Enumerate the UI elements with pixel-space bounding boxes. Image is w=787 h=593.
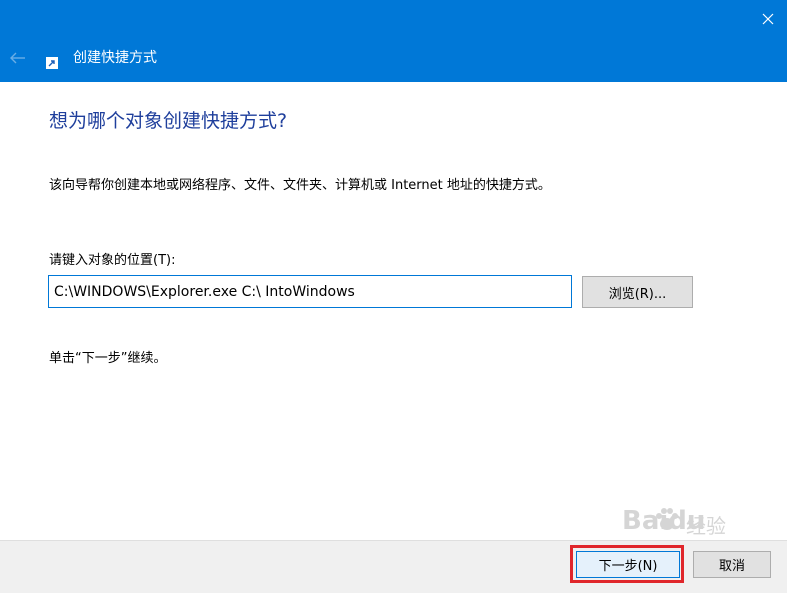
- page-heading: 想为哪个对象创建快捷方式?: [49, 110, 288, 132]
- close-button[interactable]: [748, 0, 787, 38]
- location-input[interactable]: [48, 275, 572, 308]
- create-shortcut-wizard: 创建快捷方式 想为哪个对象创建快捷方式? 该向导帮你创建本地或网络程序、文件、文…: [0, 0, 787, 593]
- watermark-suffix: 经验: [686, 514, 726, 538]
- shortcut-icon: [46, 57, 58, 69]
- wizard-description: 该向导帮你创建本地或网络程序、文件、文件夹、计算机或 Internet 地址的快…: [49, 178, 551, 193]
- title-bar: 创建快捷方式: [0, 0, 787, 82]
- continue-hint: 单击“下一步”继续。: [49, 351, 167, 366]
- arrow-left-icon: [10, 52, 25, 64]
- browse-button[interactable]: 浏览(R)...: [582, 276, 693, 308]
- close-icon: [762, 13, 773, 25]
- location-label: 请键入对象的位置(T):: [49, 253, 176, 268]
- paw-icon: [656, 508, 678, 530]
- window-title: 创建快捷方式: [73, 50, 157, 66]
- next-button[interactable]: 下一步(N): [576, 551, 680, 578]
- cancel-button[interactable]: 取消: [693, 551, 771, 578]
- watermark-brand: Baidu: [622, 506, 706, 536]
- back-button[interactable]: [4, 44, 32, 72]
